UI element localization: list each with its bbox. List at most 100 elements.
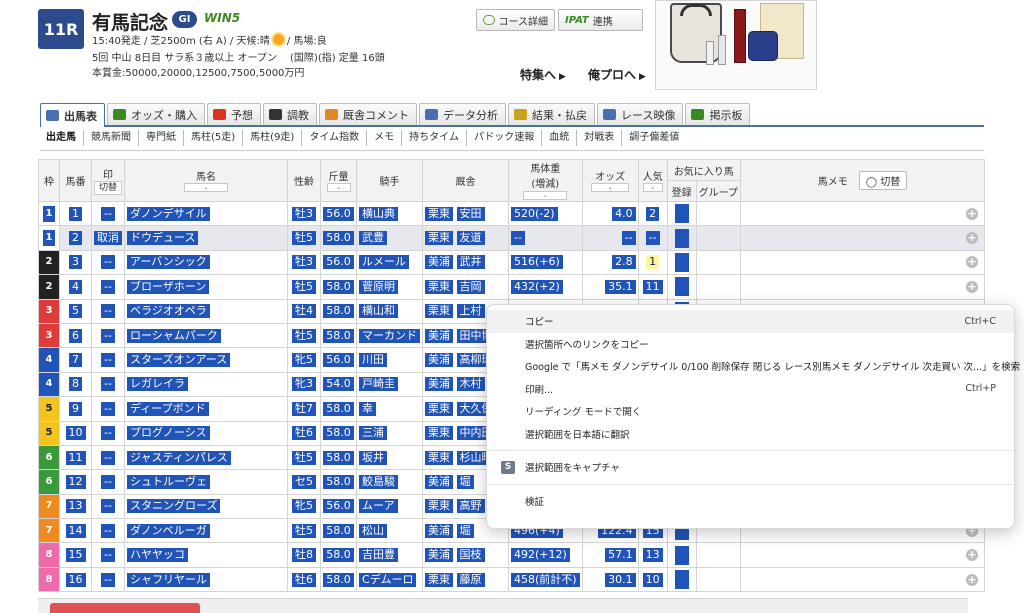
- cell-jockey[interactable]: ムーア: [356, 493, 424, 520]
- context-menu-item[interactable]: コピー Ctrl+C: [487, 310, 1014, 333]
- cell-fav-group[interactable]: [695, 249, 742, 276]
- cell-mark[interactable]: --: [90, 298, 126, 324]
- context-menu-item[interactable]: 選択範囲を日本語に翻訳: [487, 423, 1014, 446]
- subnav-item[interactable]: 血統: [542, 130, 578, 146]
- cell-memo[interactable]: +: [740, 566, 986, 593]
- cell-mark[interactable]: --: [90, 249, 126, 276]
- cell-fav-register[interactable]: [666, 249, 697, 276]
- cell-fav-register[interactable]: [666, 274, 697, 300]
- table-row[interactable]: 8 15 -- ハヤヤッコ 牡8 58.0 吉田豊 美浦 国枝 492(+12) 57.1 13 +: [38, 542, 986, 568]
- cell-jockey[interactable]: 菅原明: [356, 274, 424, 300]
- favorite-register-checkbox[interactable]: [674, 252, 689, 272]
- cell-fav-register[interactable]: [666, 542, 697, 568]
- cell-mark[interactable]: --: [90, 444, 126, 471]
- favorite-register-checkbox[interactable]: [674, 545, 689, 565]
- tab-4[interactable]: 厩舎コメント: [319, 103, 417, 125]
- advertisement-banner[interactable]: [655, 0, 817, 90]
- subnav-item[interactable]: パドック速報: [467, 130, 543, 146]
- add-memo-icon[interactable]: +: [966, 280, 979, 293]
- context-menu-item[interactable]: S 選択範囲をキャプチャ: [487, 456, 1014, 479]
- cell-horse-name[interactable]: アーバンシック: [124, 249, 289, 276]
- add-memo-icon[interactable]: +: [966, 207, 979, 220]
- cell-mark[interactable]: --: [90, 396, 126, 422]
- cell-jockey[interactable]: Cデムーロ: [356, 566, 424, 593]
- cell-stable[interactable]: 栗東 安田: [422, 200, 510, 227]
- cell-stable[interactable]: 栗東 友道: [422, 225, 510, 251]
- add-memo-icon[interactable]: +: [966, 549, 979, 562]
- cell-memo[interactable]: +: [740, 542, 986, 568]
- cell-jockey[interactable]: 三浦: [356, 420, 424, 446]
- context-menu-item[interactable]: Google で「馬メモ ダノンデサイル 0/100 削除保存 閉じる レース別…: [487, 355, 1020, 378]
- mark-toggle-button[interactable]: 切替: [94, 181, 123, 195]
- sort-kinryo-button[interactable]: ⌄: [326, 183, 351, 192]
- cell-mark[interactable]: --: [90, 566, 126, 593]
- cell-horse-name[interactable]: ダノンベルーガ: [124, 518, 289, 544]
- sort-name-button[interactable]: ⌄: [184, 183, 229, 192]
- cell-jockey[interactable]: ルメール: [356, 249, 424, 276]
- tab-0[interactable]: 出馬表: [40, 103, 105, 127]
- cell-jockey[interactable]: 鮫島駿: [356, 469, 424, 495]
- subnav-item[interactable]: 馬柱(9走): [243, 130, 303, 146]
- cell-horse-name[interactable]: ローシャムパーク: [124, 322, 289, 349]
- cell-horse-name[interactable]: ディープボンド: [124, 396, 289, 422]
- cell-horse-name[interactable]: ハヤヤッコ: [124, 542, 289, 568]
- cell-fav-group[interactable]: [695, 566, 742, 593]
- col-umaban[interactable]: 馬番: [59, 159, 92, 202]
- table-row[interactable]: 1 2 取消 ドウデュース 牡5 58.0 武豊 栗東 友道 -- -- -- +: [38, 225, 986, 251]
- favorite-register-checkbox[interactable]: [674, 570, 689, 590]
- table-row[interactable]: 2 3 -- アーバンシック 牡3 56.0 ルメール 美浦 武井 516(+6) 2.8 1 +: [38, 249, 986, 276]
- cell-mark[interactable]: 取消: [90, 225, 126, 251]
- sort-odds-button[interactable]: ⌄: [591, 183, 630, 192]
- tab-5[interactable]: データ分析: [419, 103, 506, 125]
- cell-mark[interactable]: --: [90, 274, 126, 300]
- tab-7[interactable]: レース映像: [597, 103, 684, 125]
- tokushu-link[interactable]: 特集へ ▶: [520, 66, 566, 83]
- tab-1[interactable]: オッズ・購入: [107, 103, 205, 125]
- subnav-item[interactable]: メモ: [367, 130, 403, 146]
- cell-jockey[interactable]: 幸: [356, 396, 424, 422]
- cell-horse-name[interactable]: スタニングローズ: [124, 493, 289, 520]
- course-detail-button[interactable]: コース詳細: [476, 9, 555, 31]
- table-row[interactable]: 1 1 -- ダノンデサイル 牡3 56.0 横山典 栗東 安田 520(-2) 4.0 2 +: [38, 200, 986, 227]
- cell-jockey[interactable]: 武豊: [356, 225, 424, 251]
- cell-mark[interactable]: --: [90, 542, 126, 568]
- subnav-item[interactable]: 対戦表: [577, 130, 623, 146]
- add-memo-icon[interactable]: +: [966, 256, 979, 269]
- cell-mark[interactable]: --: [90, 347, 126, 373]
- cell-mark[interactable]: --: [90, 322, 126, 349]
- cell-fav-group[interactable]: [695, 225, 742, 251]
- tab-3[interactable]: 調教: [263, 103, 317, 125]
- cell-horse-name[interactable]: シュトルーヴェ: [124, 469, 289, 495]
- cell-mark[interactable]: --: [90, 518, 126, 544]
- cell-jockey[interactable]: 川田: [356, 347, 424, 373]
- cell-horse-name[interactable]: ベラジオオペラ: [124, 298, 289, 324]
- cell-fav-group[interactable]: [695, 200, 742, 227]
- context-menu-item[interactable]: リーディング モードで開く: [487, 400, 1014, 423]
- cell-stable[interactable]: 栗東 藤原: [422, 566, 510, 593]
- tab-6[interactable]: 結果・払戻: [508, 103, 595, 125]
- cell-jockey[interactable]: 松山: [356, 518, 424, 544]
- cell-horse-name[interactable]: ダノンデサイル: [124, 200, 289, 227]
- subnav-item[interactable]: 馬柱(5走): [184, 130, 244, 146]
- cell-fav-group[interactable]: [695, 274, 742, 300]
- cell-stable[interactable]: 栗東 吉岡: [422, 274, 510, 300]
- table-row[interactable]: 2 4 -- ブローザホーン 牡5 58.0 菅原明 栗東 吉岡 432(+2) 35.1 11 +: [38, 274, 986, 300]
- cell-jockey[interactable]: マーカンド: [356, 322, 424, 349]
- favorite-register-checkbox[interactable]: [674, 204, 689, 224]
- tab-2[interactable]: 予想: [207, 103, 261, 125]
- context-menu-item[interactable]: 検証: [487, 490, 1014, 513]
- add-memo-icon[interactable]: +: [966, 573, 979, 586]
- cell-mark[interactable]: --: [90, 493, 126, 520]
- context-menu-item[interactable]: 印刷... Ctrl+P: [487, 378, 1014, 401]
- subnav-item[interactable]: 専門紙: [139, 130, 184, 146]
- cell-fav-register[interactable]: [666, 566, 697, 593]
- cell-horse-name[interactable]: レガレイラ: [124, 371, 289, 398]
- subnav-item[interactable]: タイム指数: [302, 130, 368, 146]
- subnav-item[interactable]: 調子偏差値: [622, 130, 686, 146]
- cell-mark[interactable]: --: [90, 371, 126, 398]
- cell-horse-name[interactable]: プログノーシス: [124, 420, 289, 446]
- cell-fav-group[interactable]: [695, 542, 742, 568]
- tab-8[interactable]: 掲示板: [685, 103, 751, 125]
- orepro-link[interactable]: 俺プロへ ▶: [588, 66, 646, 83]
- cell-stable[interactable]: 美浦 武井: [422, 249, 510, 276]
